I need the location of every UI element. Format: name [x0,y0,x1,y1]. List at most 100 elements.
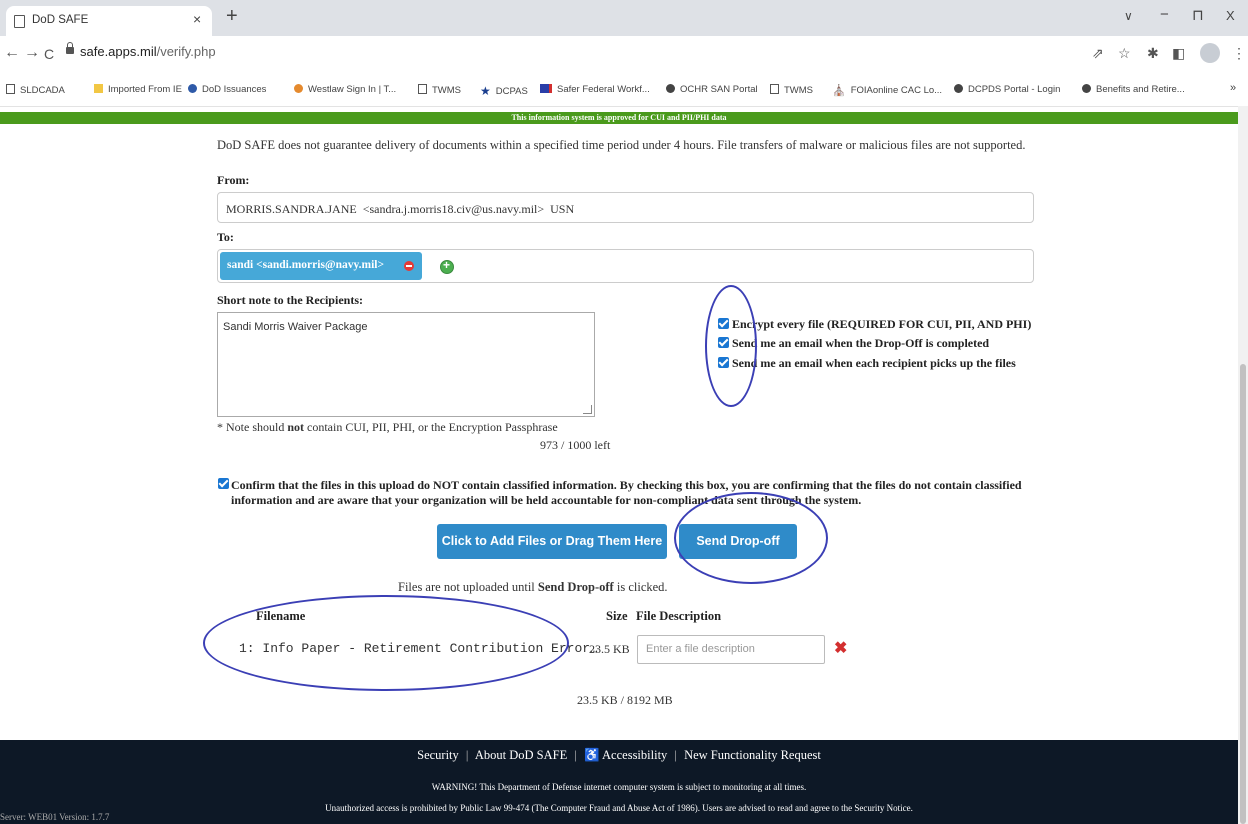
bookmark-item[interactable]: Benefits and Retire... [1082,84,1185,95]
bookmark-item[interactable]: ⛪ FOIAonline CAC Lo... [832,84,942,97]
security-link[interactable]: Security [417,748,459,762]
share-icon[interactable]: ⇗ [1092,45,1104,62]
footer-links: Security | About DoD SAFE | ♿ Accessibil… [0,748,1238,763]
minimize-icon[interactable]: − [1160,6,1169,23]
description-header: File Description [636,609,722,623]
size-header: Size [606,609,628,623]
bookmark-icon [188,84,197,93]
bookmark-item[interactable]: Westlaw Sign In | T... [294,84,396,95]
email-pickup-label: Send me an email when each recipient pic… [732,356,1016,370]
bookmark-label: DCPDS Portal - Login [968,84,1061,95]
bookmark-item[interactable]: DCPDS Portal - Login [954,84,1060,95]
sidepanel-icon[interactable]: ◧ [1172,45,1185,62]
close-window-icon[interactable]: X [1226,8,1235,23]
cui-banner: This information system is approved for … [0,112,1238,124]
annotation-circle-filename [203,595,569,691]
maximize-icon[interactable]: ⊓ [1192,6,1204,24]
footer-separator: | [465,748,469,762]
bookmark-label: DoD Issuances [202,84,267,95]
extensions-icon[interactable]: ✱ [1147,45,1159,62]
bookmark-icon [540,84,552,93]
bookmark-icon [294,84,303,93]
menu-icon[interactable]: ⋮ [1232,45,1246,62]
note-textarea[interactable]: Sandi Morris Waiver Package [217,312,595,417]
from-field: MORRIS.SANDRA.JANE <sandra.j.morris18.ci… [217,192,1034,223]
reload-icon[interactable]: C [44,46,54,62]
to-label: To: [217,230,234,244]
bookmark-icon [6,84,15,94]
bookmark-icon: ⛪ [832,85,846,97]
recipient-chip[interactable]: sandi <sandi.morris@navy.mil> [220,252,422,280]
note-counter: 973 / 1000 left [540,438,611,452]
accessibility-link[interactable]: Accessibility [602,748,667,762]
profile-icon[interactable] [1200,43,1220,63]
bookmark-label: FOIAonline CAC Lo... [850,85,943,96]
note-hint: * Note should not contain CUI, PII, PHI,… [217,420,558,435]
new-tab-icon[interactable]: + [226,5,238,28]
page-footer: Security | About DoD SAFE | ♿ Accessibil… [0,740,1238,824]
server-info: Server: WEB01 Version: 1.7.7 [0,812,110,822]
from-value: MORRIS.SANDRA.JANE <sandra.j.morris18.ci… [226,202,575,216]
bookmark-item[interactable]: DoD Issuances [188,84,266,95]
bookmark-label: Imported From IE [108,84,182,95]
add-recipient-icon[interactable] [440,258,454,274]
resize-grip-icon[interactable] [583,405,592,414]
bookmark-item[interactable]: ★ DCPAS [480,84,528,98]
bookmark-item[interactable]: TWMS [770,84,813,96]
address-bar: → C safe.apps.mil/verify.php [0,36,1248,72]
star-icon[interactable]: ☆ [1118,45,1131,62]
bookmark-icon [770,84,779,94]
footer-warning: WARNING! This Department of Defense inte… [431,782,807,792]
new-functionality-link[interactable]: New Functionality Request [684,748,821,762]
bookmark-item[interactable]: Safer Federal Workf... [540,84,650,95]
from-label: From: [217,173,250,187]
bookmark-item[interactable]: OCHR SAN Portal [666,84,758,95]
file-size: 23.5 KB [589,642,630,656]
note-hint-bold: not [287,420,305,434]
url-path: /verify.php [156,44,216,59]
bookmark-item[interactable]: TWMS [418,84,461,96]
about-link[interactable]: About DoD SAFE [475,748,567,762]
upload-note-bold: Send Drop-off [537,580,614,594]
footer-separator: | [674,748,677,762]
upload-note-pre: Files are not uploaded until [398,580,538,594]
bookmarks-overflow-icon[interactable]: » [1230,82,1236,94]
tab-title: DoD SAFE [32,14,89,26]
note-hint-post: contain CUI, PII, PHI, or the Encryption… [304,420,558,434]
accessibility-icon: ♿ [584,748,600,762]
scrollbar-thumb[interactable] [1240,364,1246,824]
note-hint-pre: * Note should [217,420,288,434]
bookmarks-bar: SLDCADA Imported From IE DoD Issuances W… [0,72,1248,107]
folder-icon [94,84,103,93]
lock-icon[interactable] [66,42,74,54]
page-icon [14,15,25,28]
bookmark-label: Westlaw Sign In | T... [308,84,397,95]
bookmark-item[interactable]: SLDCADA [6,84,65,96]
annotation-circle-send [674,492,828,584]
browser-tab-bar: DoD SAFE × + ∨ − ⊓ X [0,0,1248,36]
footer-separator: | [574,748,577,762]
url-field[interactable]: safe.apps.mil/verify.php [80,44,216,59]
recipient-chip-label: sandi <sandi.morris@navy.mil> [227,259,385,271]
file-description-input[interactable]: Enter a file description [637,635,825,664]
address-bar-row: ← → C safe.apps.mil/verify.php ⇗ ☆ ✱ ◧ ⋮ [0,36,1248,72]
bookmark-label: OCHR SAN Portal [680,84,758,95]
add-files-button[interactable]: Click to Add Files or Drag Them Here [437,524,667,559]
globe-icon [1082,84,1091,93]
email-dropoff-label: Send me an email when the Drop-Off is co… [732,336,990,350]
remove-recipient-icon[interactable] [404,261,414,271]
encrypt-option-label: Encrypt every file (REQUIRED FOR CUI, PI… [732,317,1032,331]
browser-tab[interactable]: DoD SAFE × [6,6,212,36]
bookmark-label: Safer Federal Workf... [557,84,650,95]
forward-icon[interactable]: → [24,44,40,62]
bookmark-item[interactable]: Imported From IE [94,84,182,95]
tab-search-icon[interactable]: ∨ [1124,9,1133,23]
to-field[interactable]: sandi <sandi.morris@navy.mil> [217,249,1034,283]
remove-file-icon[interactable]: ✖ [834,638,847,658]
tab-close-icon[interactable]: × [193,11,201,27]
upload-total: 23.5 KB / 8192 MB [577,693,673,707]
confirm-label: Confirm that the files in this upload do… [231,478,1022,507]
confirm-checkbox[interactable] [218,478,229,489]
globe-icon [666,84,675,93]
disclaimer-text: DoD SAFE does not guarantee delivery of … [217,138,1026,152]
